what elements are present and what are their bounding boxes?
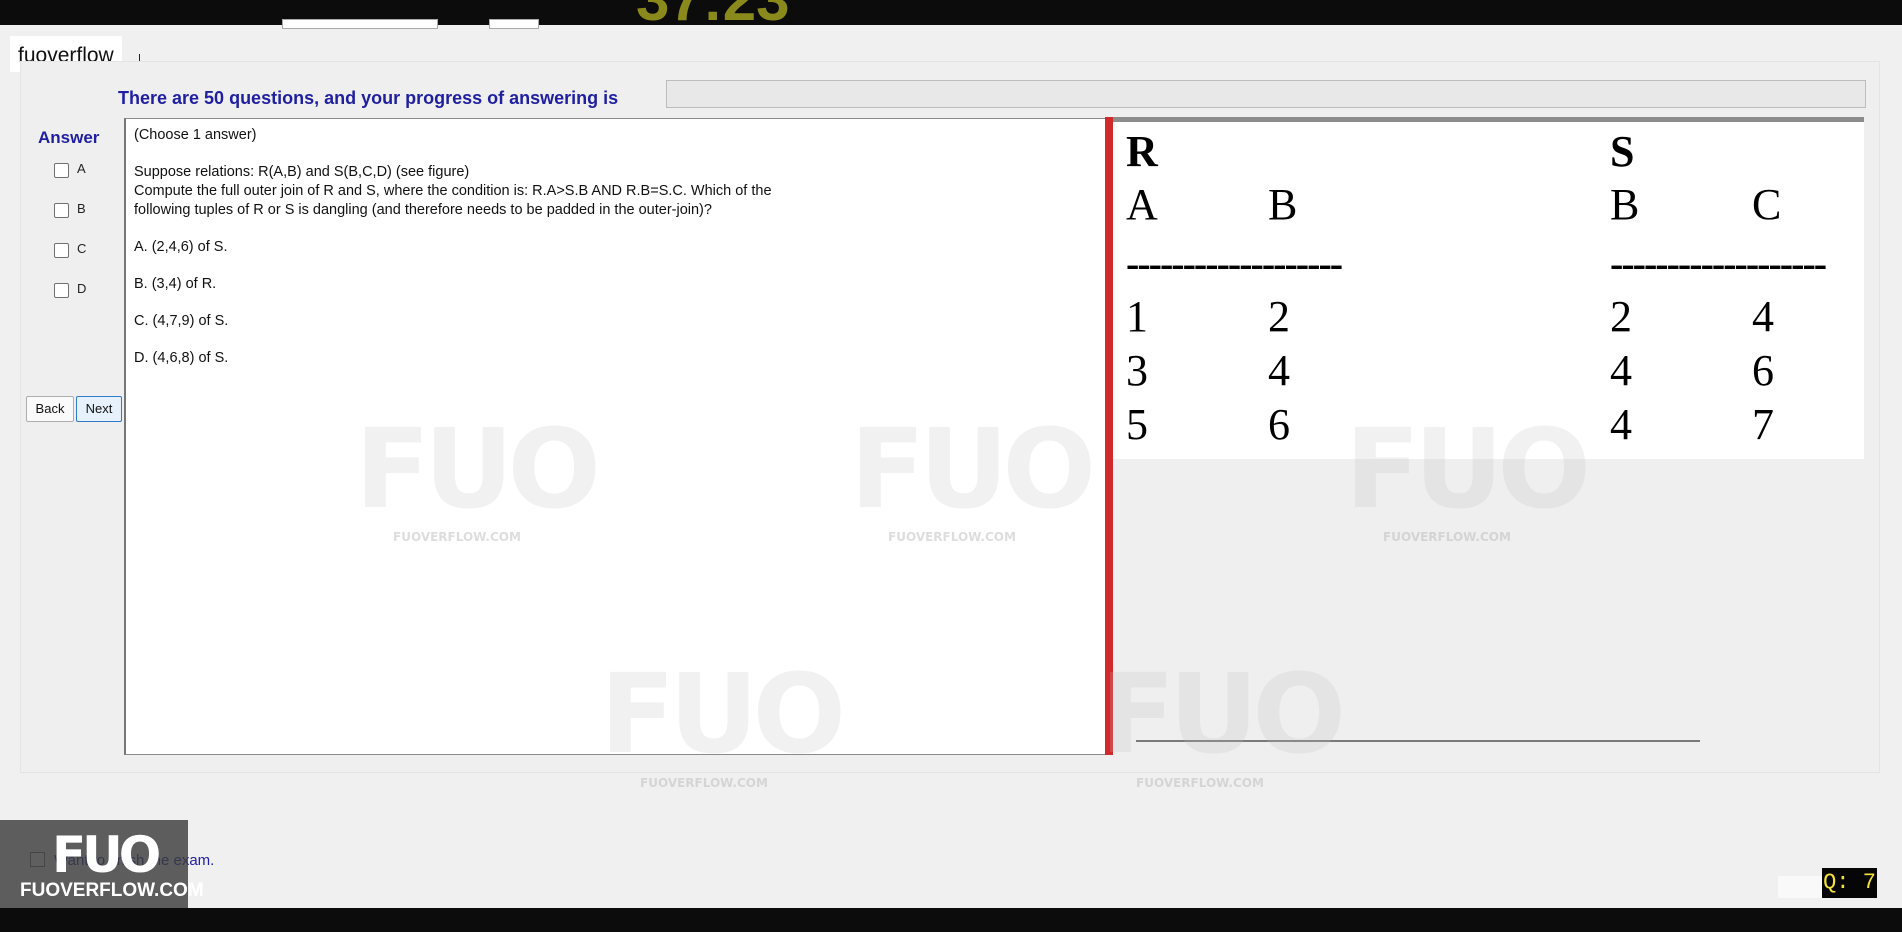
option-b-label: B [77,201,86,216]
choice-a: A. (2,4,6) of S. [134,239,228,255]
figure-s-col-b: B [1610,180,1640,229]
exam-timer: 37:23 [636,0,789,30]
figure-r-row-1-b: 2 [1268,292,1290,341]
question-line-3: following tuples of R or S is dangling (… [134,202,712,218]
option-d[interactable]: D [54,280,114,300]
logo-text: FUOVERFLOW.COM [20,880,204,901]
question-instruction: (Choose 1 answer) [134,127,257,143]
figure-s-row-1-b: 2 [1610,292,1632,341]
checkbox-c[interactable] [54,243,69,258]
answer-title: Answer [38,128,100,147]
choice-c: C. (4,7,9) of S. [134,313,229,329]
next-button[interactable]: Next [76,396,122,422]
option-d-label: D [77,281,87,296]
figure-s-label: S [1610,127,1635,176]
figure-s-col-c: C [1752,180,1782,229]
figure-r-col-b: B [1268,180,1298,229]
figure-r-col-a: A [1126,180,1158,229]
bottom-black-bar [0,908,1902,932]
figure-r-row-3-b: 6 [1268,400,1290,449]
figure-s-row-3-b: 4 [1610,400,1632,449]
figure-r-row-3-a: 5 [1126,400,1148,449]
figure-r-row-2-b: 4 [1268,346,1290,395]
question-line-2: Compute the full outer join of R and S, … [134,183,772,199]
figure-empty-area [1113,459,1864,753]
figure-s-row-3-c: 7 [1752,400,1774,449]
figure-r-label: R [1126,127,1158,176]
figure-r-row-1-a: 1 [1126,292,1148,341]
question-badge-pad [1778,876,1822,898]
option-c-label: C [77,241,87,256]
checkbox-d[interactable] [54,283,69,298]
choice-b: B. (3,4) of R. [134,276,217,292]
fuoverflow-logo: FUO FUOVERFLOW.COM [0,820,204,908]
checkbox-b[interactable] [54,203,69,218]
question-number-badge: Q: 7 [1822,868,1877,898]
watermark-text: FUOVERFLOW.COM [1136,776,1264,790]
pane-splitter[interactable] [1105,117,1113,755]
top-field[interactable] [282,19,438,29]
watermark-text: FUOVERFLOW.COM [640,776,768,790]
figure-s-separator: ------------------- [1610,244,1827,284]
figure-r-row-2-a: 3 [1126,346,1148,395]
option-a[interactable]: A [54,160,114,180]
choice-d: D. (4,6,8) of S. [134,350,229,366]
back-button[interactable]: Back [26,396,74,422]
progress-bar [666,80,1866,108]
option-b[interactable]: B [54,200,114,220]
figure-s-row-1-c: 4 [1752,292,1774,341]
top-small-field[interactable] [489,19,539,29]
figure-r-separator: ------------------- [1126,241,1343,286]
question-line-1: Suppose relations: R(A,B) and S(B,C,D) (… [134,164,470,180]
checkbox-a[interactable] [54,163,69,178]
progress-label: There are 50 questions, and your progres… [118,88,619,108]
figure-s-row-2-c: 6 [1752,346,1774,395]
option-a-label: A [77,161,86,176]
figure-scrollbar[interactable] [1136,740,1700,742]
option-c[interactable]: C [54,240,114,260]
logo-mark: FUO [52,826,161,884]
figure-s-row-2-b: 4 [1610,346,1632,395]
